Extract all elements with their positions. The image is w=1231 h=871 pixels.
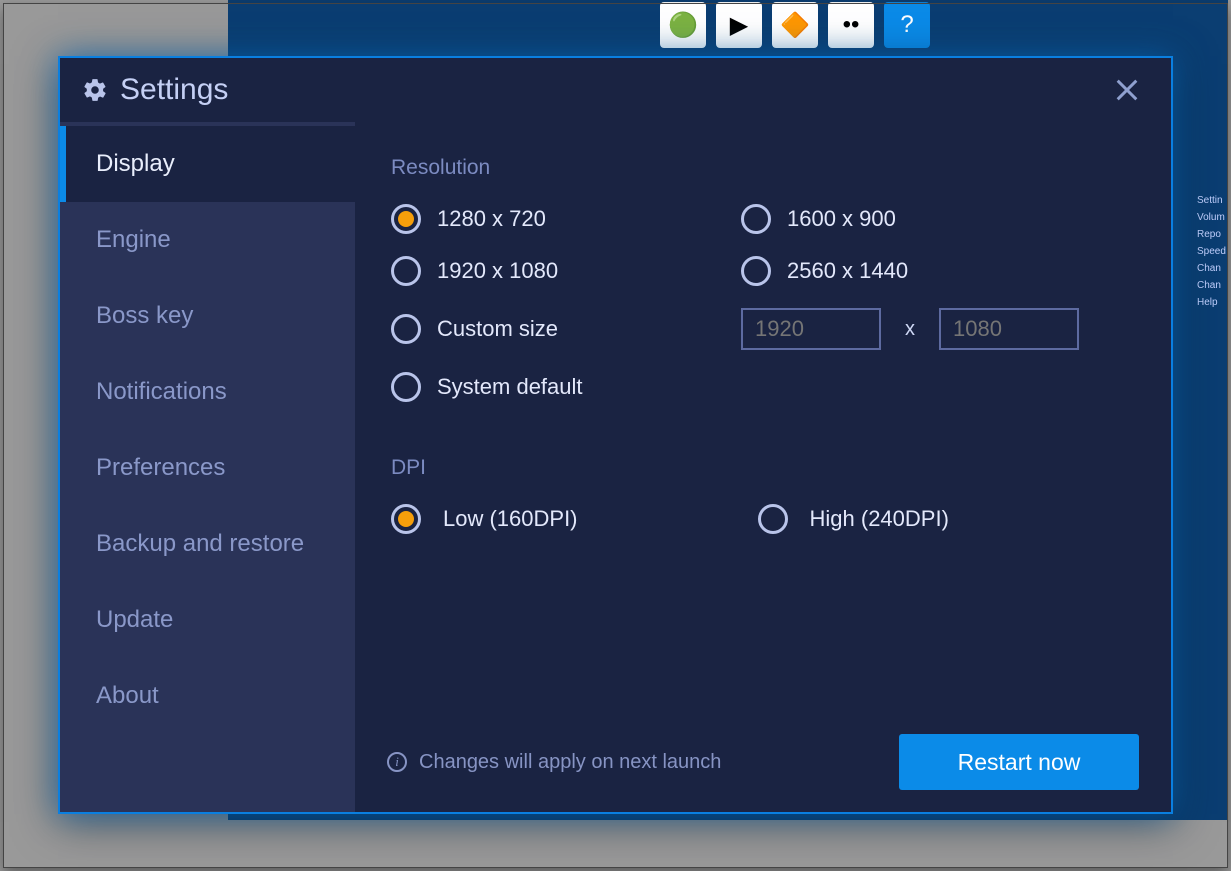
- restart-now-button[interactable]: Restart now: [899, 734, 1139, 790]
- bg-menu-item: Repo: [1197, 229, 1227, 240]
- sidebar-item-label: Preferences: [96, 454, 225, 482]
- sidebar-item-label: Display: [96, 150, 175, 178]
- resolution-option-2560x1440[interactable]: 2560 x 1440: [741, 256, 1139, 286]
- sidebar-item-label: Engine: [96, 226, 171, 254]
- bg-app-icon-2: ▶: [716, 2, 762, 48]
- settings-content: Resolution 1280 x 720 1600 x 900 1920 x …: [355, 122, 1171, 812]
- sidebar-item-label: Boss key: [96, 302, 193, 330]
- radio-icon: [741, 256, 771, 286]
- radio-label: 1920 x 1080: [437, 258, 558, 284]
- dpi-option-high[interactable]: High (240DPI): [758, 504, 949, 534]
- sidebar-item-boss-key[interactable]: Boss key: [60, 278, 355, 354]
- radio-icon: [391, 204, 421, 234]
- gear-icon: [82, 77, 108, 103]
- background-toolbar: 🟢 ▶ 🔶 •• ?: [660, 2, 980, 50]
- radio-label: System default: [437, 374, 583, 400]
- settings-dialog: Settings Display Engine Boss key Notific…: [58, 56, 1173, 814]
- sidebar-item-backup-restore[interactable]: Backup and restore: [60, 506, 355, 582]
- bg-app-icon-1: 🟢: [660, 2, 706, 48]
- resolution-option-system-default[interactable]: System default: [391, 372, 1139, 402]
- background-side-menu: Settin Volum Repo Speed Chan Chan Help: [1197, 195, 1227, 308]
- bg-app-icon-3: 🔶: [772, 2, 818, 48]
- close-icon: [1113, 76, 1141, 104]
- info-text: Changes will apply on next launch: [419, 751, 721, 774]
- radio-icon: [391, 256, 421, 286]
- close-button[interactable]: [1105, 68, 1149, 112]
- radio-label: 1600 x 900: [787, 206, 896, 232]
- sidebar-item-display[interactable]: Display: [60, 126, 355, 202]
- sidebar-item-preferences[interactable]: Preferences: [60, 430, 355, 506]
- sidebar-item-update[interactable]: Update: [60, 582, 355, 658]
- radio-label: High (240DPI): [810, 506, 949, 532]
- sidebar-item-label: Notifications: [96, 378, 227, 406]
- info-message: i Changes will apply on next launch: [387, 751, 721, 774]
- bg-menu-item: Chan: [1197, 263, 1227, 274]
- settings-sidebar: Display Engine Boss key Notifications Pr…: [60, 122, 355, 812]
- radio-label: Low (160DPI): [443, 506, 578, 532]
- resolution-option-1600x900[interactable]: 1600 x 900: [741, 204, 1139, 234]
- dpi-option-low[interactable]: Low (160DPI): [391, 504, 578, 534]
- x-separator: x: [905, 318, 915, 341]
- radio-label: 1280 x 720: [437, 206, 546, 232]
- sidebar-item-label: Backup and restore: [96, 530, 304, 558]
- resolution-option-custom[interactable]: Custom size: [391, 314, 741, 344]
- resolution-options: 1280 x 720 1600 x 900 1920 x 1080 2560 x…: [391, 204, 1139, 402]
- bg-menu-item: Speed: [1197, 246, 1227, 257]
- radio-icon: [391, 372, 421, 402]
- dpi-section: DPI Low (160DPI) High (240DPI): [391, 456, 1139, 534]
- dialog-title: Settings: [120, 73, 1105, 107]
- radio-icon: [391, 314, 421, 344]
- resolution-option-1280x720[interactable]: 1280 x 720: [391, 204, 741, 234]
- radio-label: Custom size: [437, 316, 558, 342]
- custom-height-input[interactable]: [939, 308, 1079, 350]
- custom-size-inputs: x: [741, 308, 1139, 350]
- sidebar-item-label: Update: [96, 606, 173, 634]
- radio-icon: [391, 504, 421, 534]
- sidebar-item-notifications[interactable]: Notifications: [60, 354, 355, 430]
- radio-icon: [741, 204, 771, 234]
- dpi-section-title: DPI: [391, 456, 1139, 480]
- sidebar-item-about[interactable]: About: [60, 658, 355, 734]
- bg-help-icon: ?: [884, 2, 930, 48]
- resolution-section-title: Resolution: [391, 156, 1139, 180]
- bg-menu-item: Settin: [1197, 195, 1227, 206]
- dialog-footer: i Changes will apply on next launch Rest…: [387, 734, 1139, 790]
- radio-icon: [758, 504, 788, 534]
- resolution-option-1920x1080[interactable]: 1920 x 1080: [391, 256, 741, 286]
- radio-label: 2560 x 1440: [787, 258, 908, 284]
- sidebar-item-engine[interactable]: Engine: [60, 202, 355, 278]
- custom-width-input[interactable]: [741, 308, 881, 350]
- sidebar-item-label: About: [96, 682, 159, 710]
- bg-menu-item: Help: [1197, 297, 1227, 308]
- dialog-titlebar: Settings: [60, 58, 1171, 122]
- info-icon: i: [387, 752, 407, 772]
- bg-menu-item: Chan: [1197, 280, 1227, 291]
- bg-menu-item: Volum: [1197, 212, 1227, 223]
- bg-app-icon-4: ••: [828, 2, 874, 48]
